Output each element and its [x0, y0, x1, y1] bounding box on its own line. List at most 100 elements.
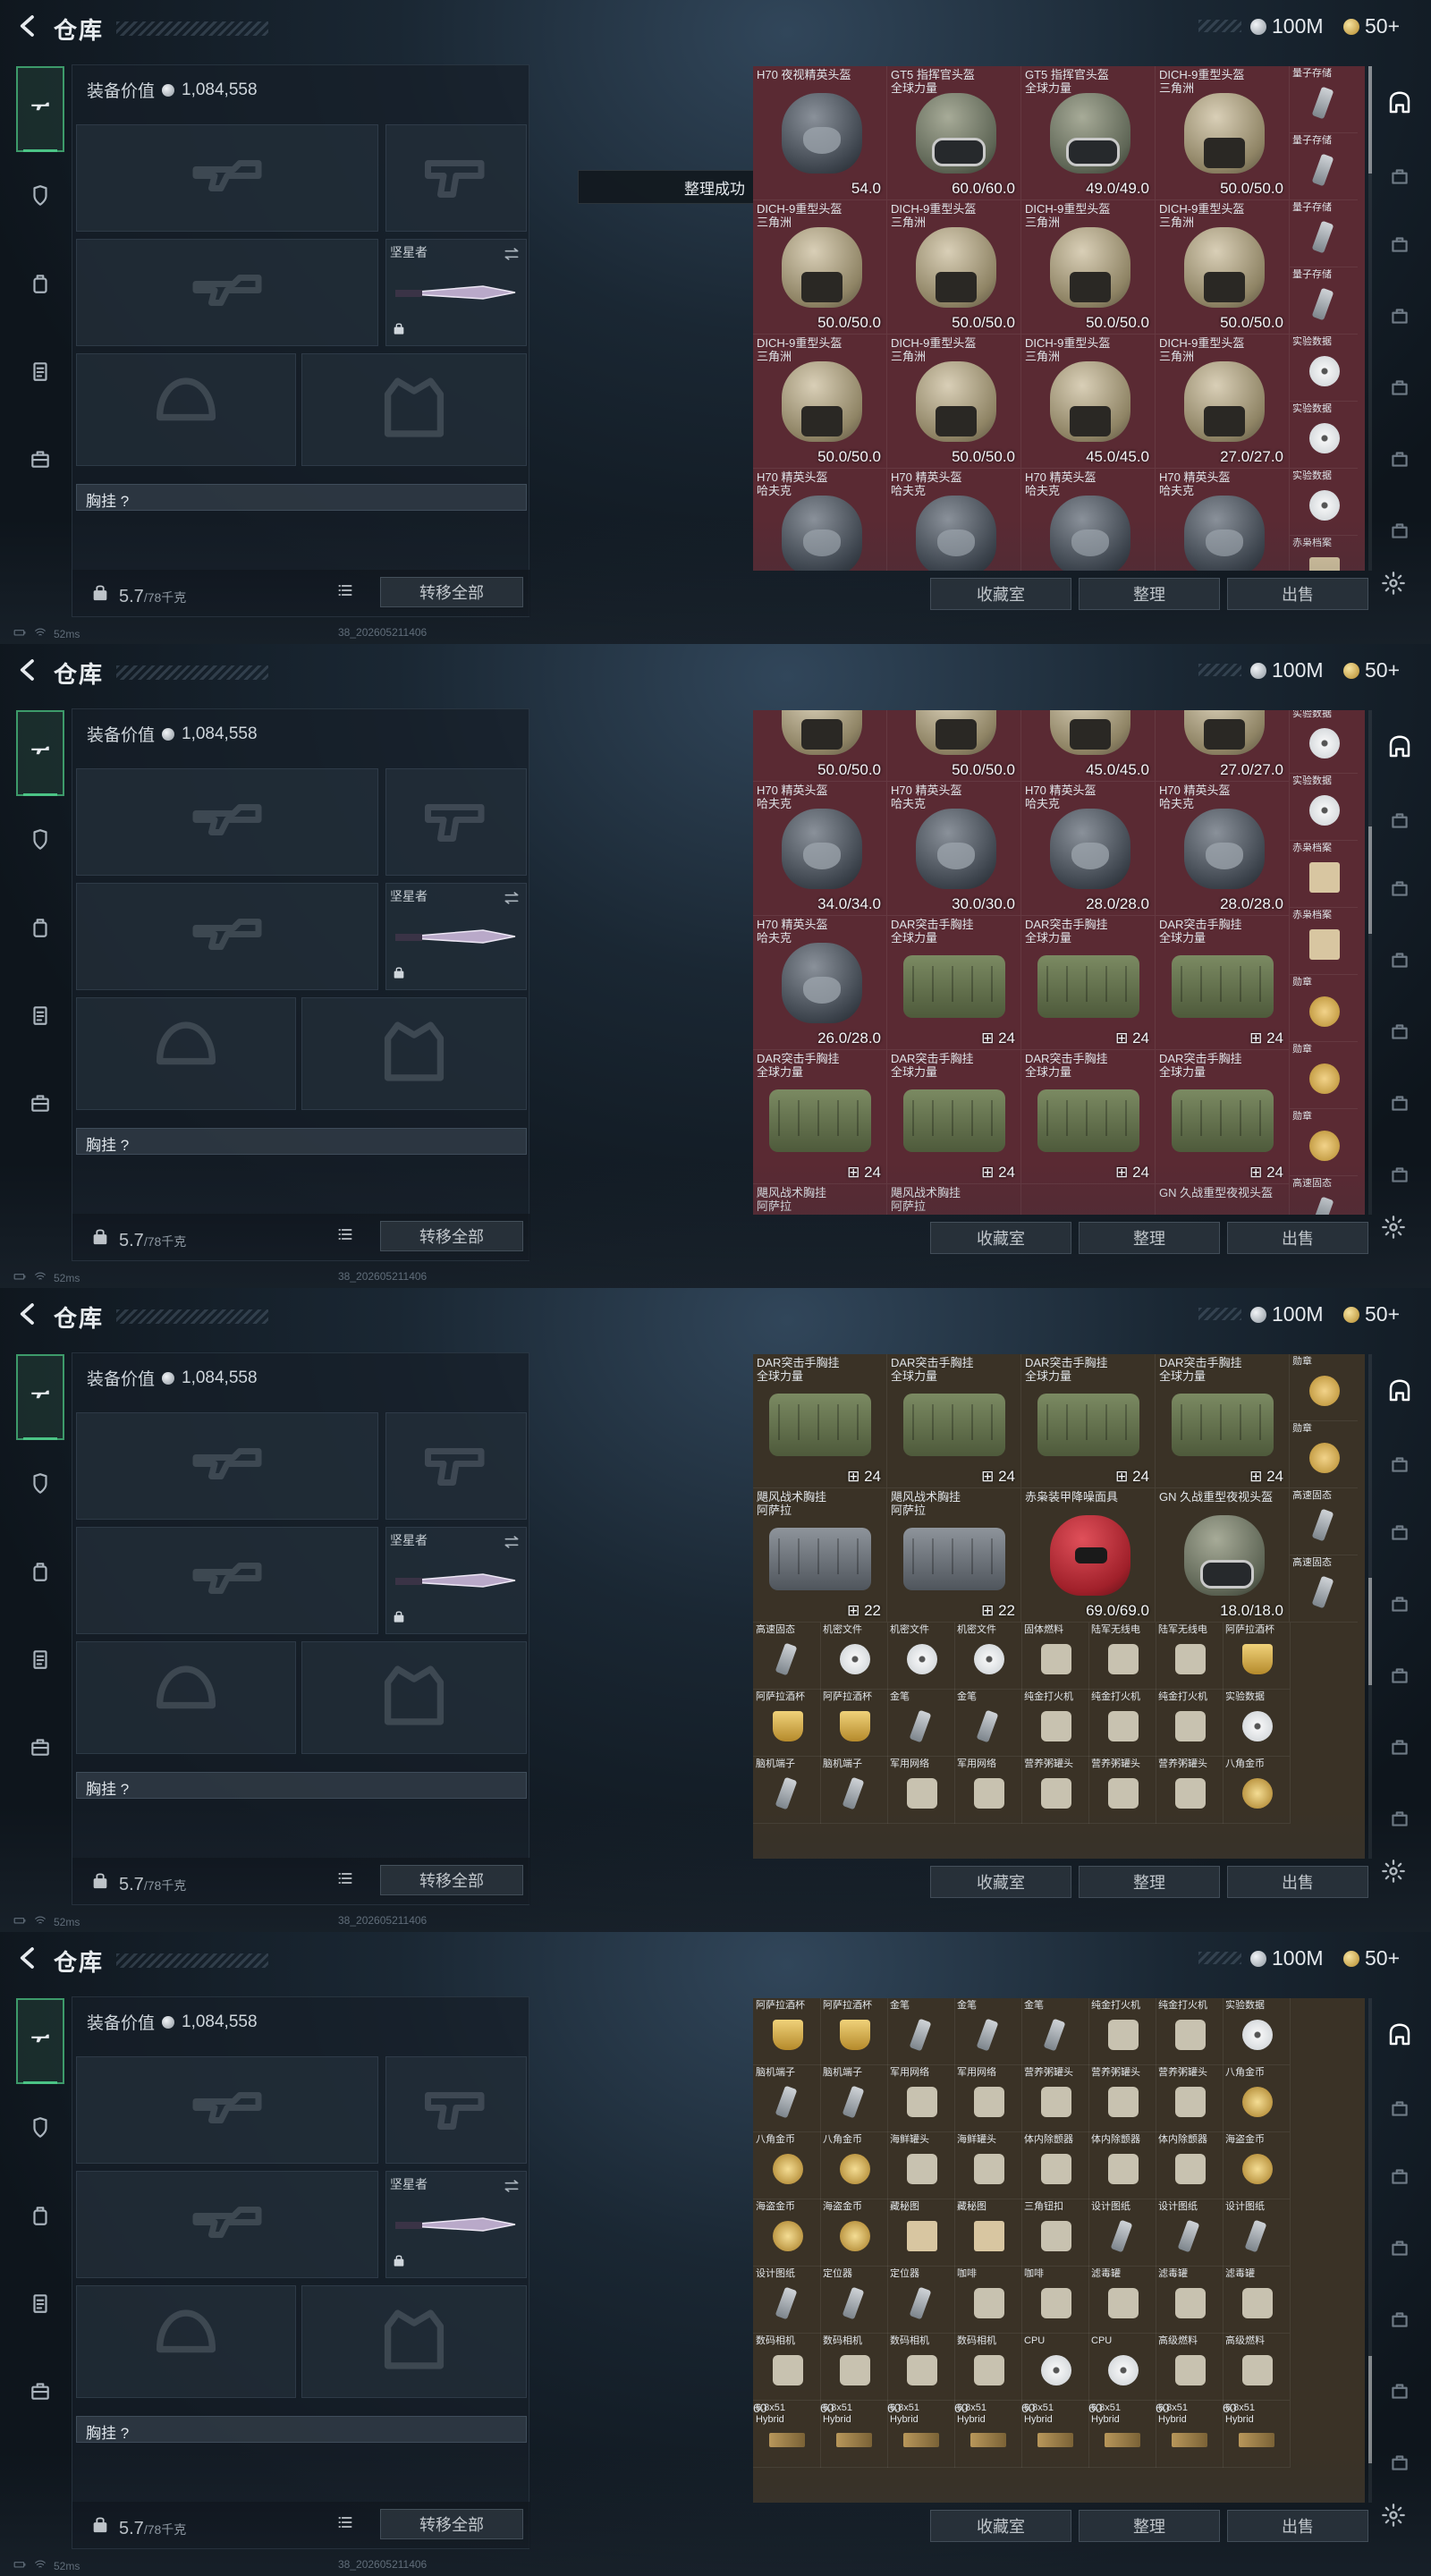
- stash-item-small[interactable]: 高级燃料: [1223, 2334, 1291, 2401]
- stash-item-small[interactable]: 高速固态: [1290, 1555, 1358, 1623]
- ammo-item[interactable]: 6.8x51 Hybrid 60: [1223, 2401, 1291, 2468]
- body-armor-slot[interactable]: [301, 997, 527, 1110]
- list-view-button[interactable]: [334, 2512, 357, 2536]
- stash-item-small[interactable]: 滤毒罐: [1088, 2267, 1156, 2334]
- nav-armor-tab[interactable]: [16, 1462, 64, 1510]
- stash-item-small[interactable]: CPU: [1021, 2334, 1089, 2401]
- back-button[interactable]: [13, 657, 43, 687]
- stash-item-small[interactable]: 脑机端子: [753, 2065, 821, 2132]
- chest-rig-slot[interactable]: 胸挂 ?: [76, 1128, 527, 1155]
- stash-item[interactable]: 飓风战术胸挂 阿萨拉: [753, 1184, 887, 1215]
- stash-item-small[interactable]: 纯金打火机: [1156, 1690, 1224, 1757]
- nav-backpack-tab[interactable]: [16, 261, 64, 309]
- nav-weapon-tab[interactable]: [16, 1998, 64, 2084]
- stash-item-small[interactable]: 阿萨拉酒杯: [820, 1998, 888, 2065]
- settings-button[interactable]: [1377, 1857, 1410, 1889]
- nav-clipboard-tab[interactable]: [16, 2281, 64, 2329]
- collection-room-button[interactable]: 收藏室: [930, 2510, 1071, 2542]
- stash-item-small[interactable]: 高速固态: [753, 1623, 821, 1690]
- stash-item[interactable]: H70 精英头盔 哈夫克: [1156, 469, 1290, 571]
- stash-item-small[interactable]: 量子存储: [1290, 200, 1358, 267]
- stash-item[interactable]: 27.0/27.0: [1156, 710, 1290, 782]
- stash-item-small[interactable]: 机密文件: [820, 1623, 888, 1690]
- primary-weapon-slot[interactable]: [76, 768, 378, 876]
- stash-item[interactable]: H70 精英头盔 哈夫克 34.0/34.0: [753, 782, 887, 916]
- stash-item[interactable]: DAR突击手胸挂 全球力量 ⊞ 24: [753, 1354, 887, 1488]
- stash-item-small[interactable]: 设计图纸: [1223, 2199, 1291, 2267]
- stash-page-7-tab[interactable]: [1376, 2442, 1424, 2487]
- stash-item-small[interactable]: 高速固态: [1290, 1488, 1358, 1555]
- nav-backpack-tab[interactable]: [16, 2193, 64, 2241]
- pistol-slot[interactable]: [385, 2056, 527, 2164]
- stash-item[interactable]: DICH-9重型头盔 三角洲 50.0/50.0: [753, 335, 887, 469]
- currency-money[interactable]: 100M: [1250, 14, 1324, 38]
- stash-item-small[interactable]: 勋章: [1290, 1421, 1358, 1488]
- stash-item-small[interactable]: 海鲜罐头: [954, 2132, 1022, 2199]
- stash-item[interactable]: DICH-9重型头盔 三角洲 50.0/50.0: [753, 200, 887, 335]
- stash-item[interactable]: H70 精英头盔 哈夫克: [887, 469, 1021, 571]
- stash-item-small[interactable]: 勋章: [1290, 1354, 1358, 1421]
- swap-icon[interactable]: [503, 2177, 521, 2199]
- stash-page-3-tab[interactable]: [1376, 2156, 1424, 2200]
- stash-item[interactable]: GT5 指挥官头盔 全球力量 49.0/49.0: [1021, 66, 1156, 200]
- stash-item[interactable]: 45.0/45.0: [1021, 710, 1156, 782]
- sort-button[interactable]: 整理: [1079, 578, 1220, 610]
- stash-home-tab[interactable]: [1376, 82, 1424, 127]
- stash-page-5-tab[interactable]: [1376, 1655, 1424, 1699]
- secondary-weapon-slot[interactable]: [76, 883, 378, 990]
- chest-rig-slot[interactable]: 胸挂 ?: [76, 1772, 527, 1799]
- swap-icon[interactable]: [503, 889, 521, 911]
- back-button[interactable]: [13, 13, 43, 43]
- currency-tickets[interactable]: 50+: [1343, 658, 1400, 682]
- stash-item-small[interactable]: 量子存储: [1290, 133, 1358, 200]
- nav-weapon-tab[interactable]: [16, 1354, 64, 1440]
- sell-button[interactable]: 出售: [1227, 2510, 1368, 2542]
- stash-item-small[interactable]: 高速固态: [1290, 1176, 1358, 1215]
- stash-item-small[interactable]: 营养粥罐头: [1088, 1757, 1156, 1824]
- stash-item[interactable]: DAR突击手胸挂 全球力量 ⊞ 24: [1021, 1050, 1156, 1184]
- sort-button[interactable]: 整理: [1079, 2510, 1220, 2542]
- ammo-item[interactable]: 6.8x51 Hybrid 60: [1088, 2401, 1156, 2468]
- stash-page-2-tab[interactable]: [1376, 1444, 1424, 1488]
- helmet-slot[interactable]: [76, 1641, 296, 1754]
- stash-scrollbar[interactable]: [1368, 1998, 1372, 2503]
- sort-button[interactable]: 整理: [1079, 1866, 1220, 1898]
- stash-page-2-tab[interactable]: [1376, 800, 1424, 844]
- stash-item[interactable]: DAR突击手胸挂 全球力量 ⊞ 24: [753, 1050, 887, 1184]
- stash-item-small[interactable]: 纯金打火机: [1156, 1998, 1224, 2065]
- ammo-item[interactable]: 6.8x51 Hybrid 60: [887, 2401, 955, 2468]
- secondary-weapon-slot[interactable]: [76, 239, 378, 346]
- stash-item-small[interactable]: 咖啡: [954, 2267, 1022, 2334]
- stash-item-small[interactable]: 军用网络: [887, 1757, 955, 1824]
- swap-icon[interactable]: [503, 245, 521, 267]
- stash-scrollbar[interactable]: [1368, 710, 1372, 1215]
- stash-item-small[interactable]: 军用网络: [887, 2065, 955, 2132]
- transfer-all-button[interactable]: 转移全部: [380, 577, 523, 607]
- stash-item-small[interactable]: 固体燃料: [1021, 1623, 1089, 1690]
- stash-item[interactable]: DICH-9重型头盔 三角洲 45.0/45.0: [1021, 335, 1156, 469]
- stash-item-small[interactable]: 体内除颤器: [1156, 2132, 1224, 2199]
- stash-page-7-tab[interactable]: [1376, 510, 1424, 555]
- stash-item-small[interactable]: 八角金币: [1223, 1757, 1291, 1824]
- stash-item-small[interactable]: 量子存储: [1290, 66, 1358, 133]
- stash-home-tab[interactable]: [1376, 1370, 1424, 1415]
- pistol-slot[interactable]: [385, 124, 527, 232]
- pistol-slot[interactable]: [385, 1412, 527, 1520]
- stash-item-small[interactable]: 八角金币: [1223, 2065, 1291, 2132]
- stash-item-small[interactable]: 纯金打火机: [1088, 1690, 1156, 1757]
- nav-clipboard-tab[interactable]: [16, 1637, 64, 1685]
- nav-armor-tab[interactable]: [16, 174, 64, 222]
- chest-rig-slot[interactable]: 胸挂 ?: [76, 2416, 527, 2443]
- list-view-button[interactable]: [334, 580, 357, 604]
- stash-item-small[interactable]: 定位器: [887, 2267, 955, 2334]
- stash-item-small[interactable]: 机密文件: [887, 1623, 955, 1690]
- stash-item[interactable]: DICH-9重型头盔 三角洲 50.0/50.0: [1156, 66, 1290, 200]
- stash-item[interactable]: H70 精英头盔 哈夫克 28.0/28.0: [1156, 782, 1290, 916]
- stash-item-small[interactable]: 营养粥罐头: [1088, 2065, 1156, 2132]
- stash-item-small[interactable]: 高级燃料: [1156, 2334, 1224, 2401]
- stash-scroll-thumb[interactable]: [1368, 826, 1372, 934]
- nav-clipboard-tab[interactable]: [16, 993, 64, 1041]
- nav-clipboard-tab[interactable]: [16, 349, 64, 397]
- stash-page-6-tab[interactable]: [1376, 1082, 1424, 1127]
- stash-item-small[interactable]: 八角金币: [753, 2132, 821, 2199]
